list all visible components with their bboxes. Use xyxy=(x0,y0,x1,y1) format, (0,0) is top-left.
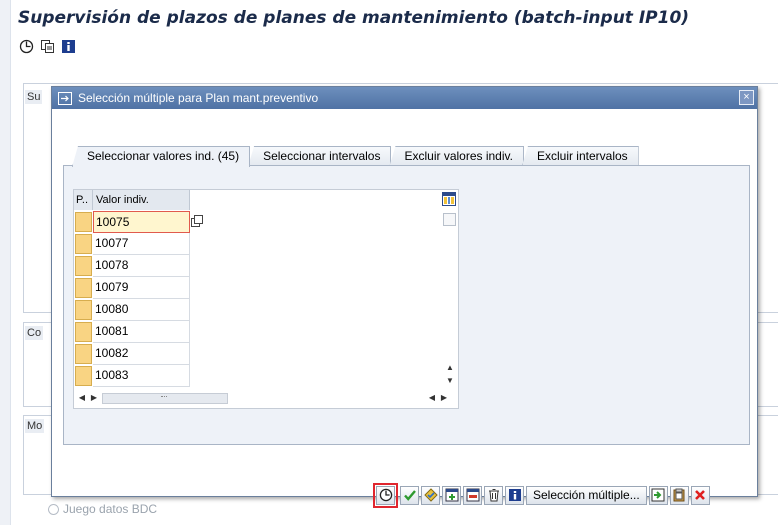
copy-icon[interactable] xyxy=(39,38,56,55)
row-selector[interactable] xyxy=(75,322,92,342)
table-rows: 10075 10077 10078 10079 10080 10081 1008… xyxy=(74,211,190,387)
value-column-header[interactable]: Valor indiv. xyxy=(93,190,190,210)
page-title: Supervisión de plazos de planes de mante… xyxy=(18,8,690,28)
scroll-box[interactable] xyxy=(443,213,456,226)
delete-line-icon[interactable] xyxy=(463,485,482,505)
table-settings-icon[interactable] xyxy=(442,192,456,206)
radio-label: Juego datos BDC xyxy=(63,502,158,516)
tab-panel: P.. Valor indiv. 10075 10077 10078 10079… xyxy=(63,165,750,445)
import-icon[interactable] xyxy=(648,485,668,505)
dialog-body: Seleccionar valores ind. (45) Selecciona… xyxy=(52,109,757,508)
info-icon[interactable] xyxy=(505,485,524,505)
cancel-icon[interactable] xyxy=(690,485,710,505)
horizontal-scrollbar[interactable]: ◀ ▶ ◀ ▶ xyxy=(76,391,450,405)
insert-line-icon[interactable] xyxy=(442,485,461,505)
row-selector[interactable] xyxy=(75,300,92,320)
multiple-selection-icon xyxy=(58,91,74,105)
value-cell[interactable]: 10081 xyxy=(93,321,190,343)
table-row: 10078 xyxy=(74,255,190,277)
app-toolbar xyxy=(18,38,77,55)
execute-icon[interactable] xyxy=(18,38,35,55)
delete-all-icon[interactable] xyxy=(484,485,503,505)
dialog-titlebar[interactable]: Selección múltiple para Plan mant.preven… xyxy=(52,87,757,109)
scroll-track[interactable] xyxy=(102,392,228,404)
clipboard-icon[interactable] xyxy=(669,485,689,505)
check-icon[interactable] xyxy=(400,485,419,505)
multiple-selection-button[interactable]: Selección múltiple... xyxy=(526,485,647,505)
left-edge-bar xyxy=(0,0,11,525)
value-cell[interactable]: 10078 xyxy=(93,255,190,277)
table-row: 10079 xyxy=(74,277,190,299)
scroll-right-icon[interactable]: ▶ xyxy=(438,392,450,404)
value-cell[interactable]: 10077 xyxy=(93,233,190,255)
row-selector[interactable] xyxy=(75,366,92,386)
value-cell[interactable]: 10075 xyxy=(93,211,190,233)
table-row: 10081 xyxy=(74,321,190,343)
table-row: 10075 xyxy=(74,211,190,233)
scroll-left-icon[interactable]: ◀ xyxy=(76,392,88,404)
execute-highlight xyxy=(373,482,398,508)
tab-exclude-single-values[interactable]: Excluir valores indiv. xyxy=(389,146,524,166)
multiple-selection-link-icon[interactable] xyxy=(191,215,204,228)
table-row: 10083 xyxy=(74,365,190,387)
radio-button[interactable] xyxy=(48,503,59,515)
background-frame-label: Co xyxy=(25,326,44,340)
value-cell[interactable]: 10079 xyxy=(93,277,190,299)
check-entries-icon[interactable] xyxy=(421,485,440,505)
row-selector[interactable] xyxy=(75,212,92,232)
row-selector[interactable] xyxy=(75,256,92,276)
value-cell[interactable]: 10082 xyxy=(93,343,190,365)
value-cell[interactable]: 10080 xyxy=(93,299,190,321)
scroll-up-icon[interactable]: ▲ xyxy=(444,363,456,373)
value-cell[interactable]: 10083 xyxy=(93,365,190,387)
tab-exclude-ranges[interactable]: Excluir intervalos xyxy=(521,146,639,166)
table-row: 10082 xyxy=(74,343,190,365)
execute-icon[interactable] xyxy=(376,485,395,505)
tab-select-single-values[interactable]: Seleccionar valores ind. (45) xyxy=(72,146,251,167)
close-icon[interactable]: × xyxy=(739,90,754,105)
tab-strip: Seleccionar valores ind. (45) Selecciona… xyxy=(72,146,639,167)
multiple-selection-dialog: Selección múltiple para Plan mant.preven… xyxy=(51,86,758,508)
row-selector[interactable] xyxy=(75,344,92,364)
dialog-footer-toolbar: Selección múltiple... xyxy=(373,482,710,508)
table-row: 10077 xyxy=(74,233,190,255)
background-frame-label: Mo xyxy=(25,419,45,433)
scroll-right-icon[interactable]: ▶ xyxy=(88,392,100,404)
background-frame-label: Su xyxy=(25,90,43,104)
vertical-scrollbar[interactable]: ▲ ▼ xyxy=(442,213,458,387)
dialog-title: Selección múltiple para Plan mant.preven… xyxy=(78,91,319,105)
tab-select-ranges[interactable]: Seleccionar intervalos xyxy=(248,146,392,166)
row-selector[interactable] xyxy=(75,278,92,298)
values-table: P.. Valor indiv. 10075 10077 10078 10079… xyxy=(73,189,459,409)
row-selector[interactable] xyxy=(75,234,92,254)
scroll-left-icon[interactable]: ◀ xyxy=(426,392,438,404)
scroll-down-icon[interactable]: ▼ xyxy=(444,376,456,386)
table-row: 10080 xyxy=(74,299,190,321)
selection-column-header[interactable]: P.. xyxy=(74,190,93,210)
bdc-radio-option[interactable]: Juego datos BDC xyxy=(48,502,157,516)
table-header: P.. Valor indiv. xyxy=(74,190,190,210)
info-icon[interactable] xyxy=(60,38,77,55)
